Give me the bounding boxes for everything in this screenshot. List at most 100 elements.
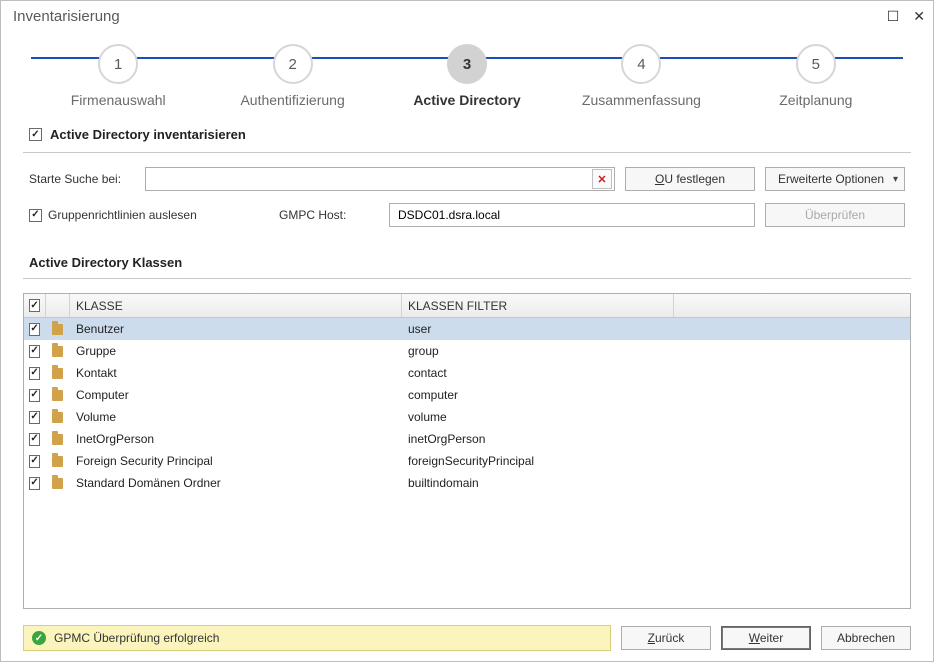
gmpc-host-label: GMPC Host: bbox=[279, 208, 379, 222]
table-row[interactable]: Computercomputer bbox=[24, 384, 910, 406]
search-row: Starte Suche bei: ✕ OU festlegen Erweite… bbox=[29, 167, 905, 191]
cell-filter: builtindomain bbox=[402, 472, 674, 494]
window-controls: ☐ ✕ bbox=[887, 9, 925, 23]
read-gp-label: Gruppenrichtlinien auslesen bbox=[48, 208, 197, 222]
cell-empty bbox=[674, 472, 910, 494]
cell-filter: contact bbox=[402, 362, 674, 384]
window-title: Inventarisierung bbox=[9, 8, 120, 25]
folder-icon bbox=[52, 456, 63, 467]
maximize-icon[interactable]: ☐ bbox=[887, 9, 900, 23]
folder-icon bbox=[52, 478, 63, 489]
wizard-step[interactable]: 5 Zeitplanung bbox=[729, 44, 903, 108]
advanced-options-button[interactable]: Erweiterte Optionen ▾ bbox=[765, 167, 905, 191]
row-checkbox[interactable] bbox=[29, 323, 39, 336]
gmpc-host-input[interactable] bbox=[389, 203, 755, 227]
cell-empty bbox=[674, 362, 910, 384]
cell-filter: volume bbox=[402, 406, 674, 428]
step-number-circle: 3 bbox=[447, 44, 487, 84]
cell-klasse: Standard Domänen Ordner bbox=[70, 472, 402, 494]
verify-button[interactable]: Überprüfen bbox=[765, 203, 905, 227]
status-text: GPMC Überprüfung erfolgreich bbox=[54, 631, 219, 645]
inventory-label: Active Directory inventarisieren bbox=[50, 127, 246, 142]
table-body: BenutzeruserGruppegroupKontaktcontactCom… bbox=[24, 318, 910, 494]
divider bbox=[23, 152, 911, 153]
wizard-window: Inventarisierung ☐ ✕ 1Firmenauswahl 2 Auth… bbox=[0, 0, 934, 662]
step-label: Firmenauswahl bbox=[71, 92, 166, 108]
step-number-circle: 2 bbox=[273, 44, 313, 84]
folder-icon bbox=[52, 434, 63, 445]
table-row[interactable]: Gruppegroup bbox=[24, 340, 910, 362]
row-checkbox[interactable] bbox=[29, 433, 39, 446]
cell-filter: computer bbox=[402, 384, 674, 406]
row-checkbox[interactable] bbox=[29, 345, 39, 358]
gp-checkbox-wrap: Gruppenrichtlinien auslesen bbox=[29, 208, 269, 222]
advanced-options-label: Erweiterte Optionen bbox=[778, 172, 884, 186]
table-row[interactable]: InetOrgPersoninetOrgPerson bbox=[24, 428, 910, 450]
cell-empty bbox=[674, 450, 910, 472]
table-row[interactable]: Standard Domänen Ordnerbuiltindomain bbox=[24, 472, 910, 494]
folder-icon bbox=[52, 324, 63, 335]
close-icon[interactable]: ✕ bbox=[913, 9, 925, 23]
inventory-checkbox[interactable] bbox=[29, 128, 42, 141]
wizard-stepper: 1Firmenauswahl 2 Authentifizierung 3 Active … bbox=[1, 31, 933, 121]
content-area: Active Directory inventarisieren Starte … bbox=[1, 121, 933, 617]
step-label: Authentifizierung bbox=[240, 92, 344, 108]
row-checkbox[interactable] bbox=[29, 367, 39, 380]
set-ou-button[interactable]: OU festlegen bbox=[625, 167, 755, 191]
cell-empty bbox=[674, 340, 910, 362]
group-policy-row: Gruppenrichtlinien auslesen GMPC Host: Ü… bbox=[29, 203, 905, 227]
table-row[interactable]: Kontaktcontact bbox=[24, 362, 910, 384]
cell-filter: foreignSecurityPrincipal bbox=[402, 450, 674, 472]
folder-icon bbox=[52, 346, 63, 357]
cell-filter: user bbox=[402, 318, 674, 340]
cell-empty bbox=[674, 384, 910, 406]
cell-empty bbox=[674, 406, 910, 428]
header-klasse[interactable]: KLASSE bbox=[70, 294, 402, 317]
cell-empty bbox=[674, 428, 910, 450]
search-form: Starte Suche bei: ✕ OU festlegen Erweite… bbox=[23, 167, 911, 239]
cancel-button[interactable]: Abbrechen bbox=[821, 626, 911, 650]
step-label: Active Directory bbox=[413, 92, 520, 108]
inventory-toggle-row: Active Directory inventarisieren bbox=[23, 121, 911, 150]
classes-title: Active Directory Klassen bbox=[23, 239, 911, 276]
table-row[interactable]: Benutzeruser bbox=[24, 318, 910, 340]
search-label: Starte Suche bei: bbox=[29, 172, 135, 186]
cell-klasse: Volume bbox=[70, 406, 402, 428]
cell-klasse: Gruppe bbox=[70, 340, 402, 362]
success-icon: ✓ bbox=[32, 631, 46, 645]
cell-klasse: Benutzer bbox=[70, 318, 402, 340]
next-button[interactable]: Weiter bbox=[721, 626, 811, 650]
table-row[interactable]: Volumevolume bbox=[24, 406, 910, 428]
step-number-circle: 4 bbox=[621, 44, 661, 84]
search-field-wrap: ✕ bbox=[145, 167, 615, 191]
step-label: Zeitplanung bbox=[779, 92, 852, 108]
read-gp-checkbox[interactable] bbox=[29, 209, 42, 222]
row-checkbox[interactable] bbox=[29, 389, 39, 402]
titlebar: Inventarisierung ☐ ✕ bbox=[1, 1, 933, 31]
row-checkbox[interactable] bbox=[29, 411, 39, 424]
row-checkbox[interactable] bbox=[29, 477, 39, 490]
wizard-step[interactable]: 3 Active Directory bbox=[380, 44, 554, 108]
folder-icon bbox=[52, 412, 63, 423]
back-button[interactable]: Zurück bbox=[621, 626, 711, 650]
footer: ✓ GPMC Überprüfung erfolgreich Zurück We… bbox=[1, 617, 933, 661]
clear-search-icon[interactable]: ✕ bbox=[592, 169, 612, 189]
wizard-step[interactable]: 2 Authentifizierung bbox=[205, 44, 379, 108]
header-blank bbox=[674, 294, 910, 317]
wizard-step[interactable]: 4Zusammenfassung bbox=[554, 44, 728, 108]
row-checkbox[interactable] bbox=[29, 455, 39, 468]
cell-klasse: InetOrgPerson bbox=[70, 428, 402, 450]
select-all-checkbox[interactable] bbox=[29, 299, 39, 312]
chevron-down-icon: ▾ bbox=[893, 174, 898, 185]
header-icon-col bbox=[46, 294, 70, 317]
step-number-circle: 5 bbox=[796, 44, 836, 84]
wizard-step[interactable]: 1Firmenauswahl bbox=[31, 44, 205, 108]
cell-klasse: Foreign Security Principal bbox=[70, 450, 402, 472]
header-filter[interactable]: KLASSEN FILTER bbox=[402, 294, 674, 317]
search-input[interactable] bbox=[146, 172, 592, 186]
divider bbox=[23, 278, 911, 279]
status-bar: ✓ GPMC Überprüfung erfolgreich bbox=[23, 625, 611, 651]
table-row[interactable]: Foreign Security PrincipalforeignSecurit… bbox=[24, 450, 910, 472]
cell-klasse: Computer bbox=[70, 384, 402, 406]
cell-filter: inetOrgPerson bbox=[402, 428, 674, 450]
